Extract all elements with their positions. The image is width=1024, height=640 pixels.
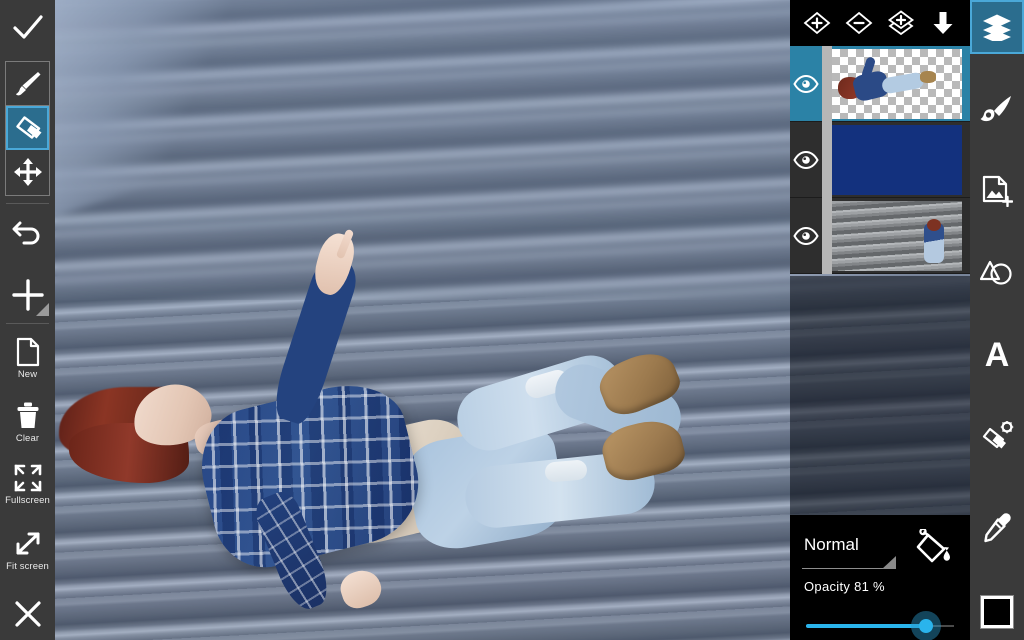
- add-photo-icon: [982, 175, 1013, 207]
- remove-layer-button[interactable]: [842, 6, 876, 40]
- left-toolbar: New Clear Fullscreen Fit screen: [0, 0, 55, 640]
- fullscreen-button[interactable]: Fullscreen: [0, 460, 55, 508]
- fit-screen-button-label: Fit screen: [6, 560, 49, 572]
- right-tool-text[interactable]: A: [970, 328, 1024, 382]
- tool-group: [5, 61, 50, 196]
- layer-list: [790, 45, 970, 274]
- new-document-icon: [16, 337, 39, 366]
- right-tool-add-image[interactable]: [970, 164, 1024, 218]
- trash-icon: [17, 402, 38, 428]
- layer-1-thumb-boots: [920, 70, 936, 83]
- paint-bucket-button[interactable]: [914, 527, 954, 574]
- layer-2-thumbnail[interactable]: [832, 124, 962, 195]
- new-button[interactable]: New: [0, 334, 55, 382]
- fullscreen-button-label: Fullscreen: [5, 494, 50, 506]
- layer-1-visibility-toggle[interactable]: [790, 74, 822, 93]
- toolbar-divider-2: [6, 323, 49, 324]
- undo-button[interactable]: [0, 208, 55, 253]
- blend-mode-row[interactable]: Normal: [790, 523, 970, 575]
- fit-screen-icon: [16, 532, 39, 554]
- current-color-swatch[interactable]: [981, 596, 1013, 628]
- layer-1-thumb-gutter: [822, 45, 832, 122]
- add-layer-button[interactable]: [800, 6, 834, 40]
- diamond-plus-icon: [803, 11, 831, 35]
- right-tool-shapes[interactable]: [970, 246, 1024, 300]
- eraser-icon: [15, 115, 41, 139]
- blend-and-opacity-panel: Normal Opacity 81 %: [790, 515, 970, 640]
- new-button-label: New: [17, 368, 38, 380]
- layer-row-2[interactable]: [790, 121, 970, 198]
- tool-brush[interactable]: [6, 62, 49, 106]
- layer-3-visibility-toggle[interactable]: [790, 226, 822, 245]
- right-tool-color-picker[interactable]: [970, 500, 1024, 554]
- paint-bucket-icon: [916, 527, 950, 563]
- fullscreen-icon: [14, 464, 41, 491]
- layer-3-thumb-gutter: [822, 197, 832, 274]
- shapes-icon: [980, 260, 1012, 285]
- text-a-icon: A: [984, 336, 1010, 374]
- clear-button-label: Clear: [15, 432, 40, 444]
- eye-icon: [793, 74, 819, 93]
- layer-2-visibility-toggle[interactable]: [790, 150, 822, 169]
- right-toolbar: A: [970, 0, 1024, 640]
- brush-stroke-icon: [980, 96, 1011, 122]
- right-tool-brush[interactable]: [970, 82, 1024, 136]
- eye-icon: [793, 226, 819, 245]
- check-icon: [12, 15, 43, 39]
- close-button[interactable]: [0, 592, 55, 636]
- layers-icon: [983, 14, 1011, 41]
- app-root: New Clear Fullscreen Fit screen Normal O…: [0, 0, 1024, 640]
- eyedropper-icon: [984, 513, 1011, 543]
- layer-row-3[interactable]: [790, 197, 970, 274]
- double-diamond-plus-icon: [887, 10, 915, 36]
- close-x-icon: [14, 601, 41, 627]
- merge-down-button[interactable]: [926, 6, 960, 40]
- right-tool-layers[interactable]: [970, 0, 1024, 54]
- panel-canvas-overlay: [790, 276, 970, 515]
- add-options-triangle[interactable]: [36, 303, 49, 316]
- eraser-gear-icon: [982, 421, 1014, 449]
- layer-row-1[interactable]: [790, 45, 970, 122]
- layers-toolbar: [790, 0, 970, 46]
- floating-person-composite: [55, 228, 695, 615]
- diamond-minus-icon: [845, 11, 873, 35]
- opacity-slider-thumb[interactable]: [918, 619, 933, 633]
- fit-screen-button[interactable]: Fit screen: [0, 526, 55, 574]
- layer-2-thumb-gutter: [822, 121, 832, 198]
- clear-button[interactable]: Clear: [0, 398, 55, 446]
- layer-2-thumb-content: [832, 124, 962, 195]
- blend-mode-value: Normal: [804, 535, 859, 554]
- eye-icon: [793, 150, 819, 169]
- dropdown-triangle-icon[interactable]: [882, 556, 896, 569]
- layer-3-thumb-person-hair: [927, 218, 941, 231]
- layers-panel: Normal Opacity 81 %: [790, 0, 970, 640]
- confirm-button[interactable]: [0, 6, 55, 50]
- layer-1-thumbnail[interactable]: [832, 48, 962, 119]
- tool-move[interactable]: [6, 150, 49, 194]
- opacity-slider[interactable]: [802, 611, 958, 640]
- layer-3-thumbnail[interactable]: [832, 200, 962, 271]
- right-tool-eraser-settings[interactable]: [970, 410, 1024, 464]
- tool-eraser[interactable]: [6, 106, 49, 150]
- arrow-down-icon: [933, 12, 953, 34]
- opacity-label: Opacity 81 %: [804, 579, 885, 594]
- opacity-slider-fill: [806, 624, 926, 628]
- duplicate-layer-button[interactable]: [884, 6, 918, 40]
- move-arrows-icon: [13, 158, 42, 186]
- toolbar-divider-1: [6, 203, 49, 204]
- undo-arrow-icon: [12, 221, 39, 244]
- paintbrush-icon: [15, 71, 40, 95]
